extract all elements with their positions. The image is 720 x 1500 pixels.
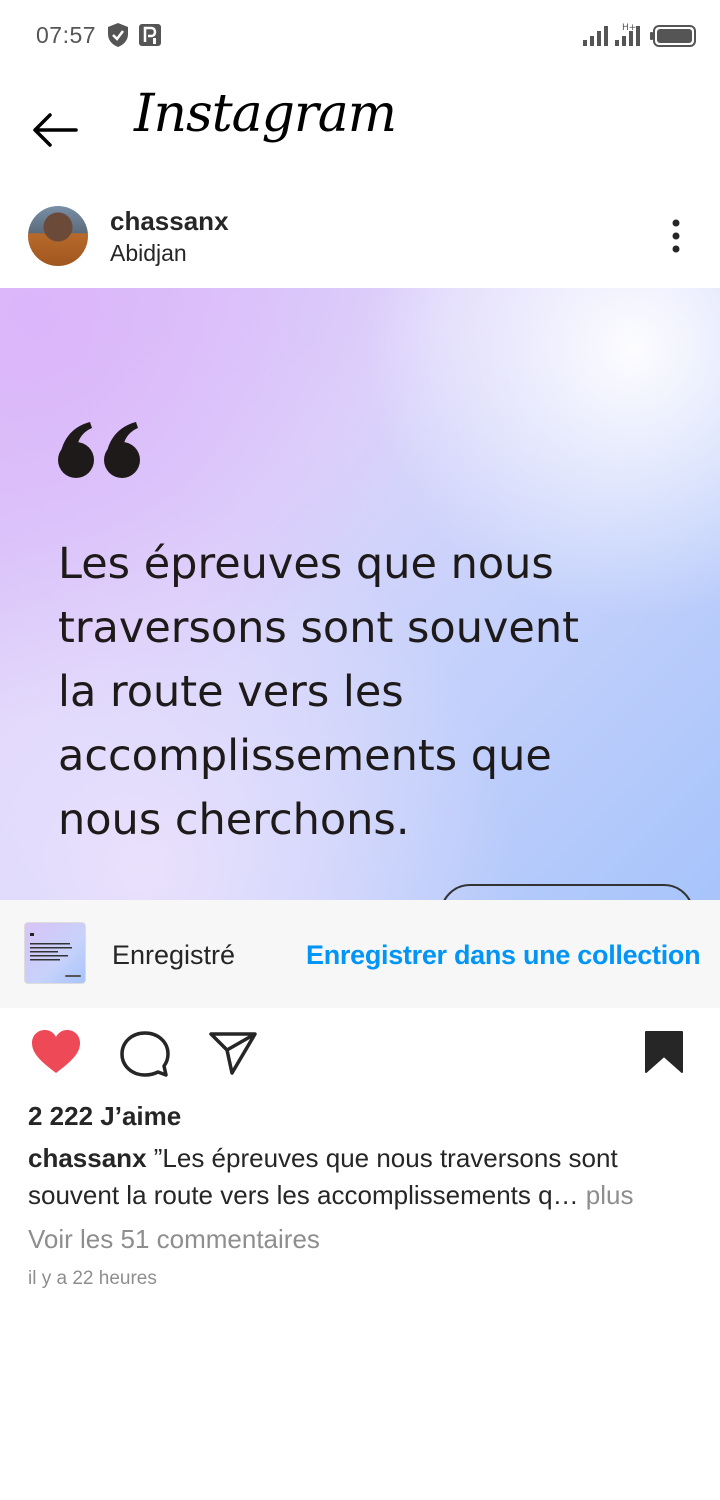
quote-mark-icon: [56, 420, 146, 487]
caption-username[interactable]: chassanx: [28, 1143, 147, 1173]
save-to-collection-link[interactable]: Enregistrer dans une collection: [306, 940, 701, 971]
quote-line: traversons sont souvent: [58, 603, 579, 653]
status-time: 07:57: [36, 22, 97, 48]
post-caption: chassanx ”Les épreuves que nous traverso…: [28, 1140, 692, 1214]
saved-thumbnail: [24, 922, 86, 984]
bookmark-filled-icon[interactable]: [644, 1030, 684, 1079]
battery-icon: [650, 25, 696, 52]
avatar[interactable]: [28, 206, 88, 266]
saved-label: Enregistré: [112, 940, 236, 970]
post-location[interactable]: Abidjan: [110, 240, 187, 267]
heart-filled-icon[interactable]: [30, 1028, 82, 1081]
post-timestamp: il y a 22 heures: [28, 1268, 157, 1289]
app-title: Instagram: [134, 84, 397, 144]
quote-line: accomplissements que: [58, 731, 552, 781]
shield-icon: [106, 22, 130, 53]
parking-icon: [138, 22, 162, 53]
quote-line: nous cherchons.: [58, 795, 410, 845]
signal-icon: H+: [614, 22, 644, 51]
post-quote-text: Les épreuves que nous traversons sont so…: [58, 532, 658, 852]
view-comments-link[interactable]: Voir les 51 commentaires: [28, 1224, 320, 1255]
arrow-left-icon[interactable]: [30, 110, 80, 155]
like-count[interactable]: 2 222 J’aime: [28, 1101, 181, 1132]
more-vertical-icon[interactable]: [664, 216, 688, 261]
comment-icon[interactable]: [120, 1030, 170, 1083]
signal-icon: [582, 24, 610, 51]
quote-line: la route vers les: [58, 667, 404, 717]
caption-more-link[interactable]: plus: [579, 1180, 634, 1210]
send-icon[interactable]: [208, 1030, 258, 1081]
quote-line: Les épreuves que nous: [58, 539, 554, 589]
post-username[interactable]: chassanx: [110, 206, 229, 237]
